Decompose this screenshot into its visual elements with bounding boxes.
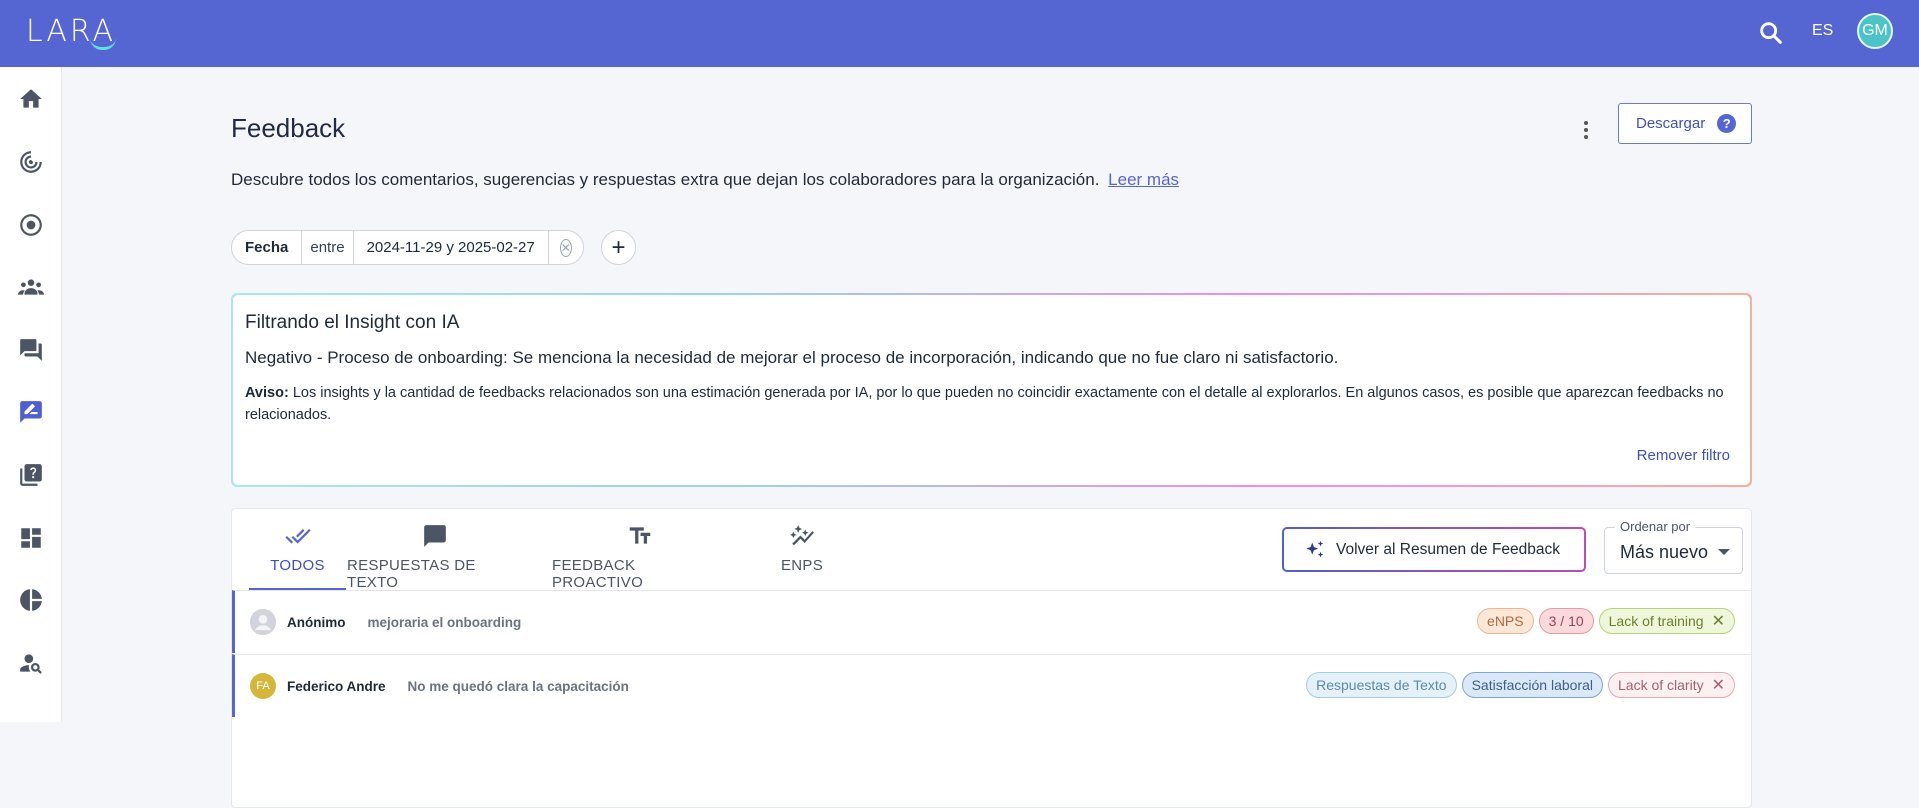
more-options-icon[interactable] bbox=[1571, 115, 1601, 145]
ai-insight-filter-card: Filtrando el Insight con IA Negativo - P… bbox=[231, 293, 1752, 487]
filter-clear-button[interactable]: ✕ bbox=[549, 231, 583, 264]
sidebar-item-radar[interactable] bbox=[17, 148, 45, 176]
tab-label: FEEDBACK PROACTIVO bbox=[552, 557, 644, 591]
sidebar-item-chat[interactable] bbox=[17, 336, 45, 364]
tab-label: ENPS bbox=[780, 557, 824, 574]
dashboard-icon bbox=[21, 528, 41, 548]
sort-select[interactable]: Ordenar por Más nuevo bbox=[1604, 519, 1743, 574]
page-title: Feedback bbox=[231, 113, 346, 143]
tab-proactive-feedback[interactable]: FEEDBACK PROACTIVO bbox=[552, 509, 728, 591]
disclaimer-label: Aviso: bbox=[245, 385, 289, 401]
sidebar-item-home[interactable] bbox=[17, 85, 45, 113]
user-avatar[interactable]: GM bbox=[1857, 13, 1893, 49]
sort-value: Más nuevo bbox=[1620, 542, 1709, 562]
tag-score: 3 / 10 bbox=[1538, 608, 1594, 634]
tag-enps: eNPS bbox=[1477, 608, 1534, 634]
row-author: Anónimo bbox=[287, 614, 346, 630]
avatar: FA bbox=[250, 673, 276, 699]
pie-chart-icon bbox=[20, 589, 42, 611]
chevron-down-icon bbox=[1718, 549, 1730, 555]
close-icon[interactable]: ✕ bbox=[1712, 675, 1725, 695]
target-icon bbox=[20, 214, 42, 236]
download-button[interactable]: Descargar ? bbox=[1618, 103, 1752, 144]
sidebar-item-people[interactable] bbox=[17, 273, 45, 301]
tag-source: Respuestas de Texto bbox=[1306, 672, 1457, 698]
sidebar-item-person-search[interactable] bbox=[17, 649, 45, 677]
disclaimer-text: Los insights y la cantidad de feedbacks … bbox=[245, 385, 1724, 423]
tag-category: Satisfacción laboral bbox=[1461, 672, 1603, 698]
language-selector[interactable]: ES bbox=[1812, 22, 1833, 40]
chat-icon bbox=[20, 339, 42, 361]
insight-disclaimer: Aviso: Los insights y la cantidad de fee… bbox=[245, 382, 1735, 426]
back-button-label: Volver al Resumen de Feedback bbox=[1336, 540, 1561, 558]
top-bar: LARA ES GM bbox=[0, 0, 1919, 67]
remove-filter-button[interactable]: Remover filtro bbox=[1637, 447, 1730, 464]
date-filter-chip[interactable]: Fecha entre 2024-11-29 y 2025-02-27 ✕ bbox=[231, 230, 584, 265]
sidebar-item-reports[interactable] bbox=[17, 586, 45, 614]
filter-field[interactable]: Fecha bbox=[232, 231, 303, 264]
insight-text: Negativo - Proceso de onboarding: Se men… bbox=[245, 348, 1339, 367]
back-to-summary-button[interactable]: Volver al Resumen de Feedback bbox=[1282, 527, 1586, 572]
close-icon[interactable]: ✕ bbox=[1712, 611, 1725, 631]
filter-operator[interactable]: entre bbox=[302, 231, 354, 264]
feedback-row[interactable]: Anónimo mejoraria el onboarding eNPS 3 /… bbox=[232, 590, 1751, 653]
home-icon bbox=[20, 89, 42, 108]
row-tags: Respuestas de Texto Satisfacción laboral… bbox=[1306, 672, 1735, 698]
filter-value[interactable]: 2024-11-29 y 2025-02-27 bbox=[354, 231, 549, 264]
sidebar-item-quiz[interactable] bbox=[17, 461, 45, 489]
page-description: Descubre todos los comentarios, sugerenc… bbox=[231, 170, 1179, 190]
clear-icon: ✕ bbox=[559, 238, 572, 257]
read-more-link[interactable]: Leer más bbox=[1108, 170, 1179, 189]
tag-label: Lack of training bbox=[1608, 613, 1704, 629]
auto-graph-icon bbox=[790, 525, 814, 546]
anonymous-avatar-icon bbox=[250, 609, 276, 635]
tab-label: TODOS bbox=[270, 557, 325, 574]
row-text: mejoraria el onboarding bbox=[367, 614, 522, 630]
tag-label: Lack of clarity bbox=[1618, 677, 1704, 693]
tab-label: RESPUESTAS DE TEXTO bbox=[347, 557, 476, 591]
row-tags: eNPS 3 / 10 Lack of training ✕ bbox=[1477, 608, 1735, 634]
double-check-icon bbox=[284, 529, 311, 544]
comment-icon bbox=[424, 525, 446, 547]
row-author: Federico Andre bbox=[287, 678, 386, 694]
text-fields-icon bbox=[629, 527, 651, 544]
description-text: Descubre todos los comentarios, sugerenc… bbox=[231, 170, 1100, 189]
radar-icon bbox=[20, 151, 42, 173]
sidebar-item-feedback[interactable] bbox=[17, 398, 45, 426]
tag-insight: Lack of training ✕ bbox=[1598, 608, 1735, 634]
sort-label: Ordenar por bbox=[1615, 519, 1696, 534]
download-label: Descargar bbox=[1636, 115, 1706, 132]
help-icon[interactable]: ? bbox=[1717, 114, 1737, 133]
row-text: No me quedó clara la capacitación bbox=[407, 678, 629, 694]
sidebar-item-dashboard[interactable] bbox=[17, 524, 45, 552]
search-icon[interactable] bbox=[1757, 19, 1785, 47]
tab-enps[interactable]: ENPS bbox=[752, 509, 852, 591]
add-filter-button[interactable]: + bbox=[601, 230, 636, 265]
insight-title: Filtrando el Insight con IA bbox=[245, 312, 460, 333]
feedback-row[interactable]: FA Federico Andre No me quedó clara la c… bbox=[232, 654, 1751, 717]
tab-text-responses[interactable]: RESPUESTAS DE TEXTO bbox=[347, 509, 523, 591]
feedback-icon bbox=[20, 401, 42, 423]
person-search-icon bbox=[20, 654, 42, 674]
sidebar bbox=[0, 67, 62, 722]
feedback-panel: TODOS RESPUESTAS DE TEXTO FEEDBACK PROAC… bbox=[231, 508, 1752, 808]
quiz-icon bbox=[20, 464, 42, 486]
sparkles-icon bbox=[1306, 540, 1324, 557]
sidebar-item-target[interactable] bbox=[17, 211, 45, 239]
tag-insight: Lack of clarity ✕ bbox=[1608, 672, 1735, 698]
tab-todos[interactable]: TODOS bbox=[249, 509, 346, 591]
people-icon bbox=[18, 279, 44, 295]
